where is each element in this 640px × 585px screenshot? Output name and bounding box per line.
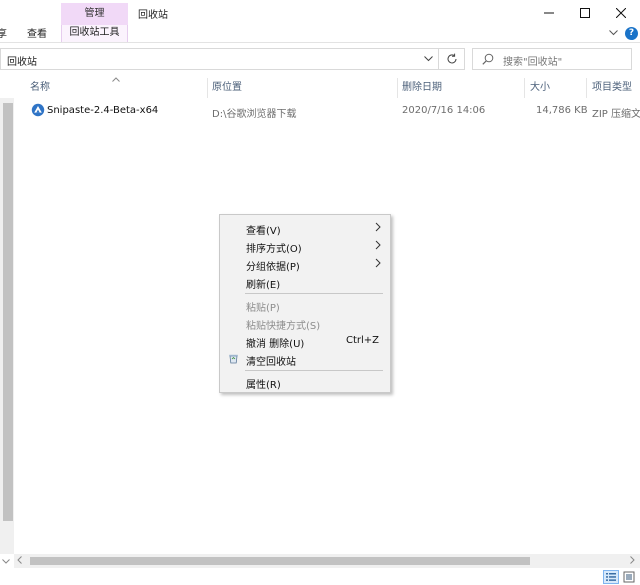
chevron-down-icon bbox=[424, 56, 433, 62]
refresh-button[interactable] bbox=[439, 48, 465, 70]
menu-item-label: 粘贴(P) bbox=[246, 303, 280, 314]
refresh-icon bbox=[447, 53, 456, 64]
chevron-down-icon bbox=[2, 559, 10, 564]
menu-separator bbox=[245, 293, 383, 294]
chevron-right-icon bbox=[375, 258, 381, 268]
menu-item-paste[interactable]: 粘贴(P) bbox=[220, 296, 390, 314]
address-history-button[interactable] bbox=[424, 54, 433, 65]
close-button[interactable] bbox=[602, 2, 640, 24]
sort-ascending-icon bbox=[112, 74, 120, 85]
menu-item-refresh[interactable]: 刷新(E) bbox=[220, 273, 390, 291]
column-divider[interactable] bbox=[397, 78, 398, 98]
address-bar[interactable]: 回收站 bbox=[0, 48, 439, 70]
menu-item-group-by[interactable]: 分组依据(P) bbox=[220, 255, 390, 273]
chevron-right-icon bbox=[375, 222, 381, 232]
window-title: 回收站 bbox=[138, 10, 168, 21]
menu-item-empty-recycle-bin[interactable]: 清空回收站 bbox=[220, 350, 390, 368]
minimize-button[interactable] bbox=[530, 2, 568, 24]
tab-view[interactable]: 查看 bbox=[27, 27, 47, 42]
table-row[interactable]: Snipaste-2.4-Beta-x64 D:\谷歌浏览器下载 2020/7/… bbox=[28, 101, 640, 121]
search-input[interactable]: 搜索"回收站" bbox=[503, 53, 562, 68]
tab-share[interactable]: 享 bbox=[0, 27, 7, 42]
ribbon-expand-button[interactable] bbox=[609, 28, 618, 39]
menu-item-undo-delete[interactable]: 撤消 删除(U) Ctrl+Z bbox=[220, 332, 390, 350]
file-name: Snipaste-2.4-Beta-x64 bbox=[47, 105, 159, 116]
chevron-down-icon bbox=[609, 30, 618, 36]
column-divider[interactable] bbox=[586, 78, 587, 98]
menu-item-paste-shortcut[interactable]: 粘贴快捷方式(S) bbox=[220, 314, 390, 332]
menu-item-label: 撤消 删除(U) bbox=[246, 339, 305, 350]
help-icon[interactable]: ? bbox=[625, 27, 638, 40]
large-icons-view-icon bbox=[623, 571, 635, 583]
column-divider[interactable] bbox=[524, 78, 525, 98]
menu-item-sort-by[interactable]: 排序方式(O) bbox=[220, 237, 390, 255]
file-type: ZIP 压缩文件 bbox=[592, 109, 640, 120]
title-bar: 管理 回收站 享 查看 回收站工具 ? bbox=[0, 0, 640, 42]
minimize-icon bbox=[544, 12, 554, 14]
recycle-bin-icon bbox=[229, 354, 238, 364]
context-menu: 查看(V) 排序方式(O) 分组依据(P) 刷新(E) 粘贴(P) 粘贴快捷方式… bbox=[219, 214, 391, 393]
horizontal-scroll-thumb[interactable] bbox=[30, 557, 530, 565]
menu-separator bbox=[245, 370, 383, 371]
column-header-location[interactable]: 原位置 bbox=[212, 78, 242, 98]
scroll-right-button[interactable] bbox=[630, 556, 635, 567]
context-tab-manage[interactable]: 管理 bbox=[61, 3, 128, 25]
maximize-icon bbox=[580, 8, 590, 18]
scroll-left-button[interactable] bbox=[17, 556, 22, 567]
ribbon-divider bbox=[0, 42, 640, 43]
large-icons-view-button[interactable] bbox=[622, 570, 638, 584]
menu-item-label: 排序方式(O) bbox=[246, 244, 302, 255]
menu-item-properties[interactable]: 属性(R) bbox=[220, 373, 390, 391]
scroll-down-button[interactable] bbox=[2, 556, 10, 567]
file-date-deleted: 2020/7/16 14:06 bbox=[402, 105, 486, 116]
menu-item-label: 属性(R) bbox=[246, 380, 281, 391]
menu-item-label: 查看(V) bbox=[246, 226, 281, 237]
details-view-button[interactable] bbox=[603, 570, 619, 584]
file-original-location: D:\谷歌浏览器下载 bbox=[212, 109, 297, 120]
details-view-icon bbox=[606, 573, 616, 581]
tab-recycle-bin-tools[interactable]: 回收站工具 bbox=[61, 25, 128, 42]
menu-item-label: 刷新(E) bbox=[246, 280, 281, 291]
column-header-size[interactable]: 大小 bbox=[530, 78, 550, 98]
menu-item-label: 分组依据(P) bbox=[246, 262, 300, 273]
menu-item-label: 清空回收站 bbox=[246, 357, 296, 368]
menu-item-label: 粘贴快捷方式(S) bbox=[246, 321, 321, 332]
vertical-scroll-thumb[interactable] bbox=[3, 103, 13, 521]
column-header-name[interactable]: 名称 bbox=[30, 78, 50, 98]
search-box[interactable]: 搜索"回收站" bbox=[472, 48, 632, 70]
menu-item-shortcut: Ctrl+Z bbox=[346, 335, 380, 346]
column-header-date-deleted[interactable]: 删除日期 bbox=[402, 78, 442, 98]
chevron-left-icon bbox=[17, 556, 22, 564]
column-header-item-type[interactable]: 项目类型 bbox=[592, 78, 640, 98]
address-path: 回收站 bbox=[7, 57, 37, 68]
search-icon bbox=[482, 53, 494, 65]
close-icon bbox=[616, 8, 626, 18]
chevron-right-icon bbox=[630, 556, 635, 564]
column-divider[interactable] bbox=[207, 78, 208, 98]
chevron-right-icon bbox=[375, 240, 381, 250]
file-size: 14,786 KB bbox=[536, 105, 588, 116]
maximize-button[interactable] bbox=[566, 2, 604, 24]
menu-item-view[interactable]: 查看(V) bbox=[220, 219, 390, 237]
snipaste-file-icon bbox=[31, 103, 45, 117]
